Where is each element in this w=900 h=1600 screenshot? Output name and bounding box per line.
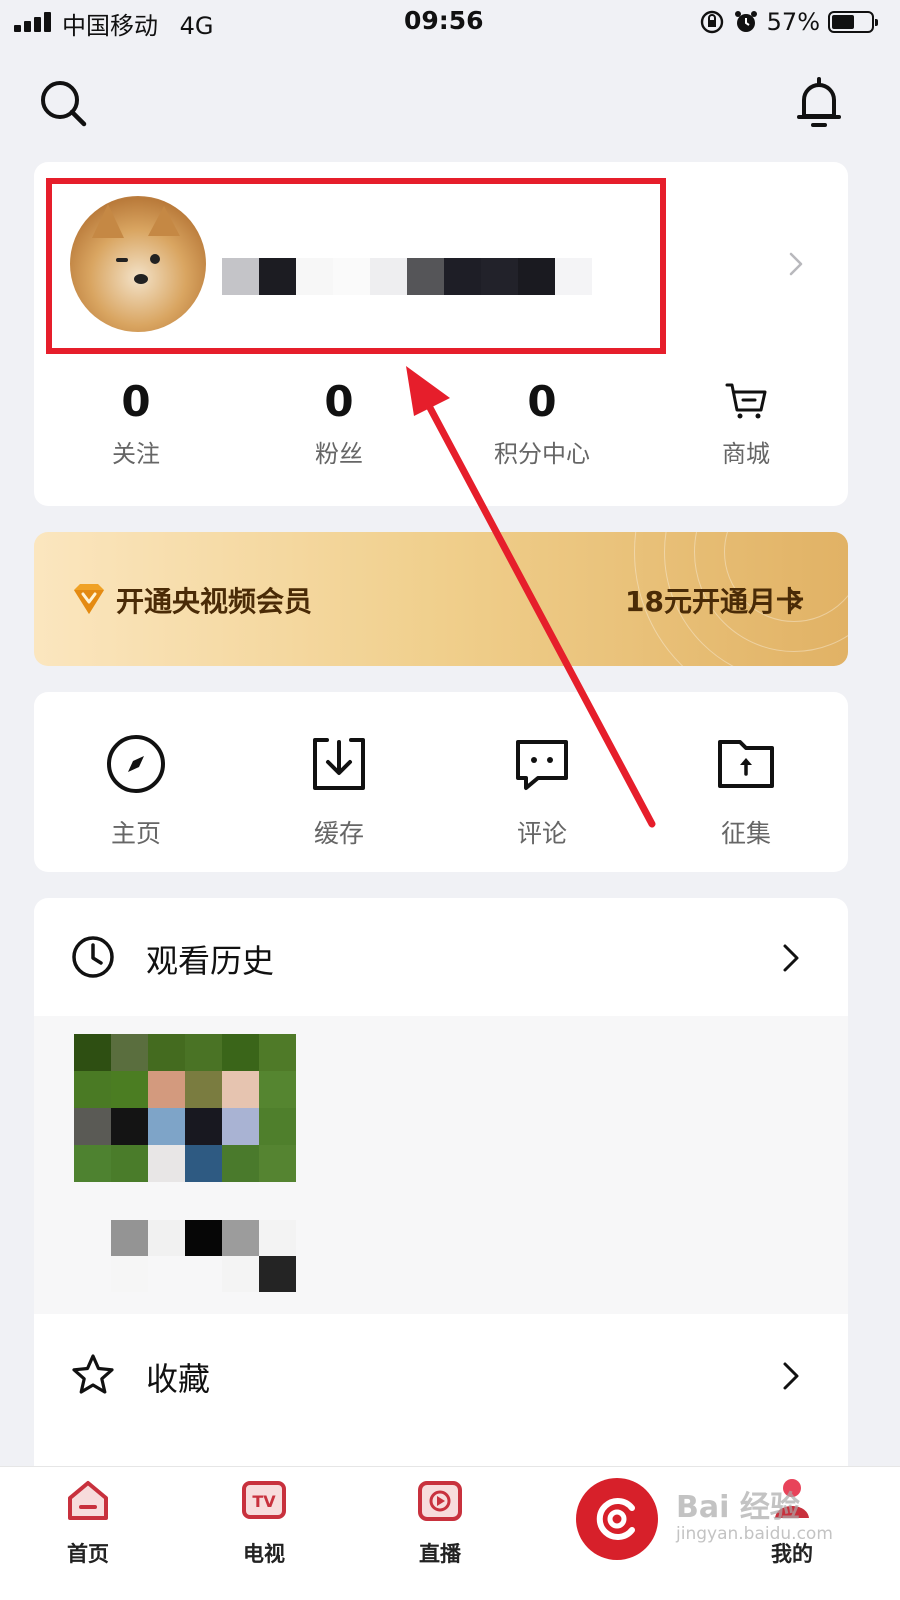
- svg-text:TV: TV: [252, 1492, 276, 1511]
- action-comments[interactable]: 评论: [442, 732, 642, 850]
- download-icon: [313, 738, 365, 790]
- history-video-thumbnail[interactable]: [74, 1034, 296, 1182]
- status-bar: 中国移动 4G 09:56 57%: [0, 0, 900, 44]
- stat-following[interactable]: 0 关注: [36, 380, 236, 469]
- chevron-right-icon[interactable]: [780, 1360, 802, 1392]
- annotation-highlight-box: [46, 178, 666, 354]
- center-play-button[interactable]: [576, 1478, 658, 1560]
- rotation-lock-icon: [700, 10, 723, 34]
- history-title: 观看历史: [146, 942, 275, 980]
- status-time: 09:56: [404, 6, 484, 35]
- folder-upload-icon: [718, 740, 774, 788]
- action-label: 缓存: [313, 819, 364, 848]
- vip-diamond-icon: [74, 584, 104, 614]
- vip-action-text[interactable]: 18元开通月卡: [625, 580, 804, 620]
- watermark-url: jingyan.baidu.com: [676, 1524, 833, 1544]
- action-homepage[interactable]: 主页: [36, 732, 236, 850]
- status-right: 57%: [699, 6, 878, 38]
- battery-fill: [832, 15, 854, 29]
- network-type: 4G: [179, 12, 214, 40]
- cart-icon: [725, 383, 767, 419]
- favorites-title: 收藏: [146, 1360, 211, 1398]
- shop-label: 商城: [722, 440, 770, 468]
- stat-label: 粉丝: [315, 440, 363, 468]
- alarm-icon: [734, 11, 757, 32]
- comment-icon: [516, 740, 568, 790]
- vip-title: 开通央视频会员: [116, 585, 313, 618]
- stat-label: 关注: [112, 440, 160, 468]
- battery-percent: 57%: [766, 8, 820, 36]
- stat-fans[interactable]: 0 粉丝: [239, 380, 439, 469]
- action-label: 主页: [110, 819, 161, 848]
- search-icon[interactable]: [38, 78, 88, 128]
- center-logo-icon: [596, 1498, 635, 1540]
- chevron-right-icon[interactable]: [780, 942, 802, 974]
- chevron-right-icon[interactable]: [786, 586, 804, 614]
- compass-icon: [107, 735, 165, 793]
- tab-label: 首页: [67, 1542, 109, 1566]
- stat-value: 0: [121, 377, 151, 426]
- signal-icon: [14, 12, 54, 32]
- stat-label: 积分中心: [494, 440, 590, 468]
- stat-value: 0: [527, 377, 557, 426]
- carrier-name: 中国移动: [62, 12, 158, 40]
- home-icon: [68, 1481, 108, 1520]
- battery-icon: [828, 11, 878, 33]
- tab-tv[interactable]: TV 电视: [204, 1478, 324, 1568]
- action-cache[interactable]: 缓存: [239, 732, 439, 850]
- action-label: 评论: [516, 819, 567, 848]
- history-video-title-pixelated[interactable]: [74, 1220, 296, 1292]
- action-collection[interactable]: 征集: [646, 732, 846, 850]
- star-icon: [72, 1354, 114, 1394]
- tab-label: 电视: [243, 1542, 285, 1566]
- action-label: 征集: [720, 819, 771, 848]
- tab-label: 直播: [419, 1542, 461, 1566]
- watermark-brand: Bai 经验: [676, 1490, 800, 1525]
- tab-home[interactable]: 首页: [28, 1478, 148, 1568]
- tab-live[interactable]: 直播: [380, 1478, 500, 1568]
- shop-entry[interactable]: 商城: [646, 380, 846, 469]
- clock-icon: [72, 936, 114, 978]
- stat-value: 0: [324, 377, 354, 426]
- tv-icon: TV: [242, 1481, 286, 1519]
- bell-icon[interactable]: [794, 76, 844, 130]
- chevron-right-icon[interactable]: [786, 250, 806, 278]
- stat-points-center[interactable]: 0 积分中心: [442, 380, 642, 469]
- live-icon: [418, 1481, 462, 1521]
